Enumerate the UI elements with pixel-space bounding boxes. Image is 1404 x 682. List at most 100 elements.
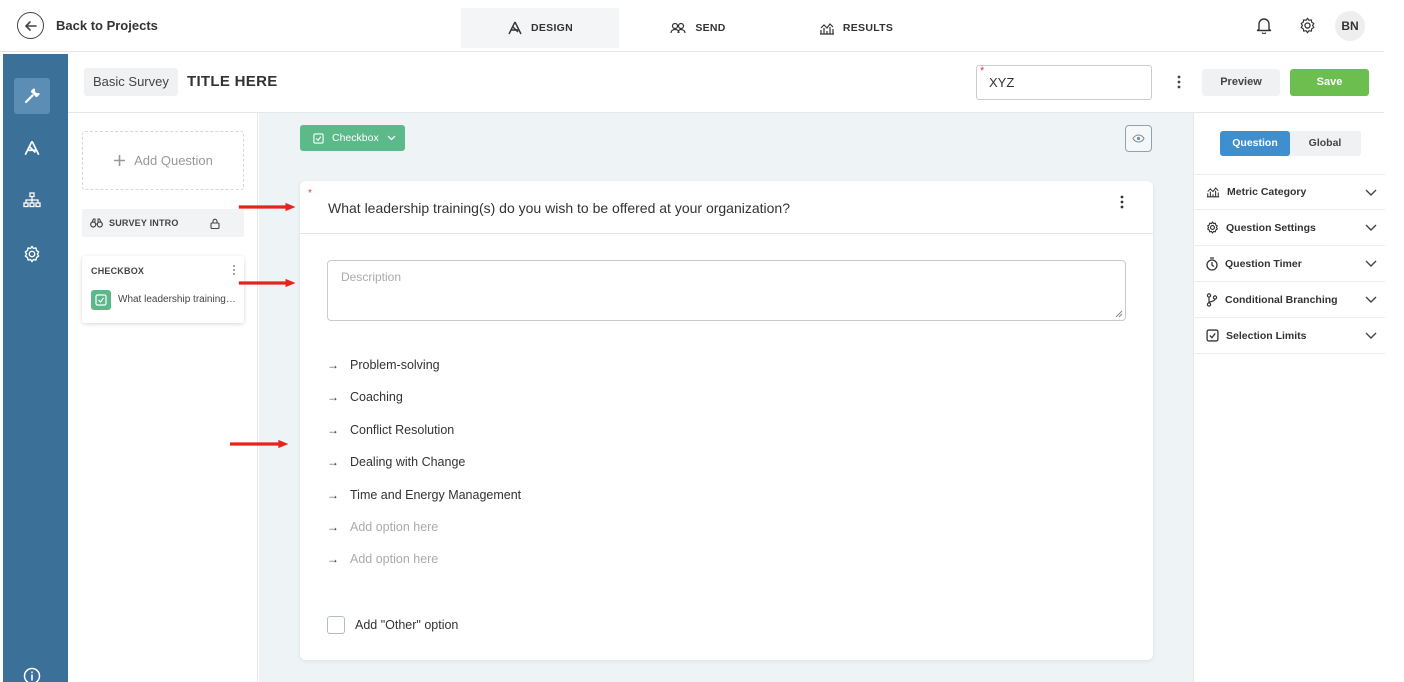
description-textarea[interactable]: Description [327,260,1126,321]
question-type-label: Checkbox [332,132,379,144]
binoculars-icon [90,218,103,228]
chevron-down-icon [387,135,396,141]
left-rail [3,54,68,682]
question-list-panel: Add Question SURVEY INTRO CHECKBOX What … [68,113,258,682]
rail-settings[interactable] [14,236,50,272]
survey-title[interactable]: TITLE HERE [187,73,278,90]
rail-design-tools[interactable] [14,78,50,114]
question-card-text: What leadership training(s) do you wish … [118,294,238,305]
sitemap-icon [23,192,41,208]
annotation-arrow [238,202,296,212]
section-label: Question Timer [1225,257,1302,270]
add-other-option[interactable]: Add "Other" option [327,616,458,634]
section-metric-category[interactable]: Metric Category [1194,174,1385,210]
add-question-button[interactable]: Add Question [82,131,244,190]
checkbox-icon [313,132,324,144]
add-option-input[interactable]: → Add option here [327,518,438,536]
arrow-right-icon: → [327,423,339,437]
add-option-input[interactable]: → Add option here [327,550,438,568]
section-label: Conditional Branching [1225,293,1338,306]
back-button[interactable] [17,12,44,39]
section-question-settings[interactable]: Question Settings [1194,210,1385,246]
info-icon [23,667,41,682]
required-marker: * [980,65,985,77]
annotation-arrow [230,439,289,449]
add-option-placeholder: Add option here [350,552,439,566]
annotation-arrow [238,278,296,288]
save-button[interactable]: Save [1290,69,1369,96]
editor-canvas: Checkbox * What leadership training(s) d… [259,113,1193,682]
wrench-icon [24,88,40,104]
notifications-button[interactable] [1253,14,1275,36]
code-input-value: XYZ [989,75,1015,90]
tab-design[interactable]: DESIGN [461,8,619,48]
tab-results[interactable]: RESULTS [815,8,897,48]
gear-icon [1207,221,1218,234]
metric-icon [1206,187,1220,198]
design-icon [508,21,522,35]
section-label: Metric Category [1227,186,1307,198]
kebab-icon [233,265,235,275]
option-item[interactable]: → Time and Energy Management [327,486,521,504]
survey-intro-item[interactable]: SURVEY INTRO [82,209,244,237]
option-label[interactable]: Conflict Resolution [350,423,454,437]
survey-intro-label: SURVEY INTRO [109,218,179,228]
question-menu-button[interactable] [1120,195,1124,214]
divider [300,233,1153,234]
other-option-checkbox[interactable] [327,616,345,634]
arrow-right-icon: → [327,390,339,404]
question-text-input[interactable]: What leadership training(s) do you wish … [328,200,790,216]
chevron-down-icon [1365,296,1377,303]
preview-button[interactable]: Preview [1202,69,1280,96]
question-card[interactable]: CHECKBOX What leadership training(s) do … [82,256,244,323]
survey-type-chip[interactable]: Basic Survey [84,68,178,96]
toggle-question[interactable]: Question [1220,131,1290,156]
option-item[interactable]: → Coaching [327,388,403,406]
code-input[interactable]: * XYZ [976,65,1152,100]
rail-design[interactable] [14,130,50,166]
back-to-projects-link[interactable]: Back to Projects [56,18,158,33]
toggle-global[interactable]: Global [1290,131,1360,156]
option-label[interactable]: Time and Energy Management [350,488,521,502]
tab-design-label: DESIGN [530,22,574,34]
kebab-icon [1177,75,1181,89]
eye-icon [1132,134,1145,143]
resize-handle-icon[interactable] [1115,310,1123,318]
design-icon [24,140,40,156]
arrow-right-icon: → [327,488,339,502]
option-label[interactable]: Coaching [350,390,403,404]
tab-send-label: SEND [695,22,726,34]
survey-header: Basic Survey TITLE HERE * XYZ Preview Sa… [68,53,1384,113]
gear-icon [24,245,40,263]
rail-structure[interactable] [14,182,50,218]
tab-send[interactable]: SEND [660,8,736,48]
rail-info[interactable] [14,658,50,682]
section-selection-limits[interactable]: Selection Limits [1194,318,1385,354]
arrow-right-icon: → [327,455,339,469]
option-label[interactable]: Dealing with Change [350,455,465,469]
settings-panel: Question Global Metric Category Question… [1193,113,1385,682]
section-conditional-branching[interactable]: Conditional Branching [1194,282,1385,318]
more-options-button[interactable] [1174,72,1184,92]
arrow-left-icon [24,20,37,31]
required-marker: * [308,188,312,199]
preview-question-button[interactable] [1125,125,1152,152]
question-type-dropdown[interactable]: Checkbox [300,125,405,151]
question-editor-card: * What leadership training(s) do you wis… [300,181,1153,660]
section-question-timer[interactable]: Question Timer [1194,246,1385,282]
option-item[interactable]: → Conflict Resolution [327,421,454,439]
arrow-right-icon: → [327,552,339,566]
lock-icon [210,218,220,229]
users-icon [670,22,686,34]
add-question-label: Add Question [134,153,213,168]
avatar[interactable]: BN [1335,11,1365,41]
section-label: Question Settings [1226,221,1316,234]
other-option-label: Add "Other" option [355,618,459,632]
chevron-down-icon [1365,189,1377,196]
results-icon [819,22,834,35]
option-item[interactable]: → Dealing with Change [327,453,465,471]
settings-button[interactable] [1296,14,1318,36]
option-label[interactable]: Problem-solving [350,358,440,372]
section-label: Selection Limits [1226,329,1307,342]
option-item[interactable]: → Problem-solving [327,356,440,374]
